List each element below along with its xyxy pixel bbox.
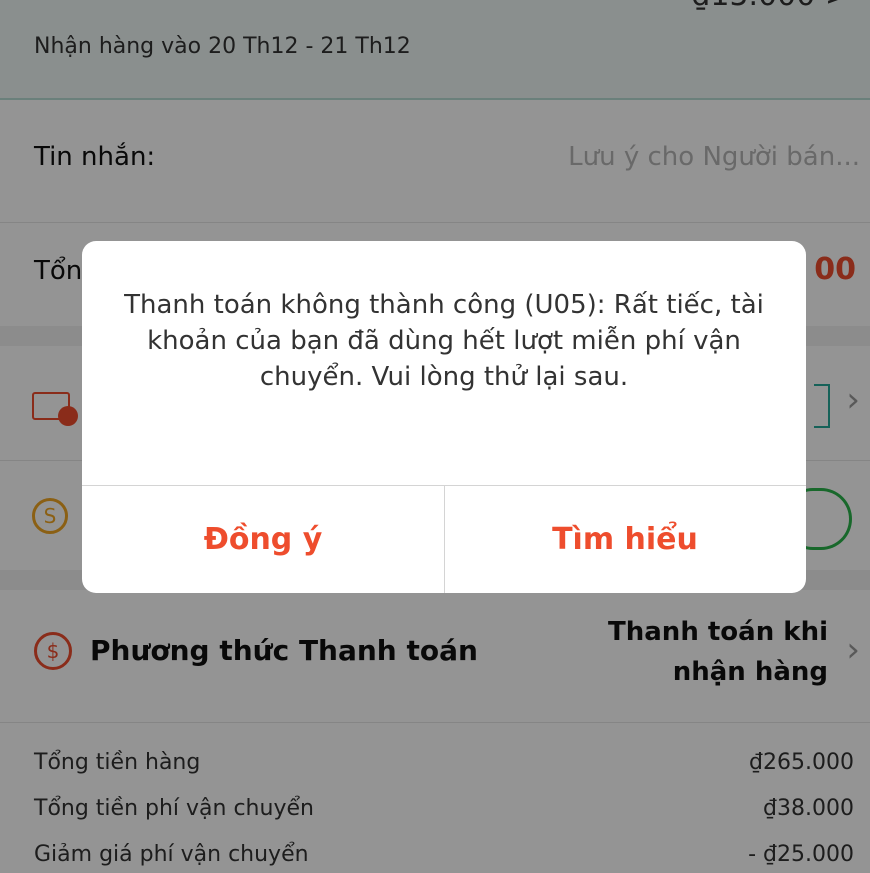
dialog-message: Thanh toán không thành công (U05): Rất t… [124, 290, 764, 392]
learn-more-button[interactable]: Tìm hiểu [444, 486, 806, 593]
payment-error-dialog: Thanh toán không thành công (U05): Rất t… [82, 241, 806, 593]
confirm-button[interactable]: Đồng ý [82, 486, 444, 593]
